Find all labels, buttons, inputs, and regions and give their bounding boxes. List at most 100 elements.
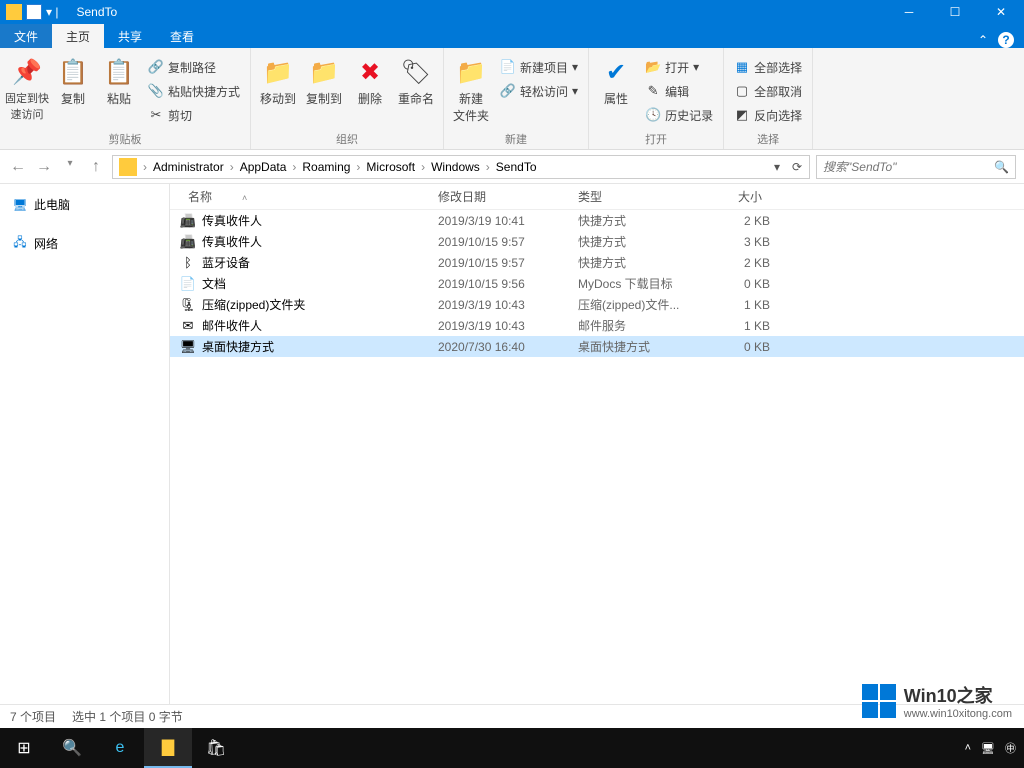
back-button[interactable]: ← [8,158,28,176]
easy-access-button[interactable]: 🔗轻松访问 ▾ [496,80,582,102]
search-box[interactable]: 🔍 [816,155,1016,179]
store-button[interactable]: 🛍 [192,728,240,768]
paste-shortcut-button[interactable]: 📎粘贴快捷方式 [144,80,244,102]
breadcrumb[interactable]: › Administrator› AppData› Roaming› Micro… [112,155,810,179]
file-size: 0 KB [698,340,770,354]
col-date[interactable]: 修改日期 [430,188,570,205]
file-row[interactable]: 🖥桌面快捷方式2020/7/30 16:40桌面快捷方式0 KB [170,336,1024,357]
folder-icon [6,4,22,20]
copy-path-button[interactable]: 🔗复制路径 [144,56,244,78]
file-name: 传真收件人 [202,233,438,250]
tray-network-icon[interactable]: 🖥 [981,742,995,755]
windows-logo-icon [862,684,896,718]
copy-to-button[interactable]: 📁复制到 [303,54,345,109]
file-icon: ᛒ [180,255,196,271]
file-name: 压缩(zipped)文件夹 [202,296,438,313]
sort-asc-icon: ˄ [242,193,247,203]
file-row[interactable]: 📄文档2019/10/15 9:56MyDocs 下载目标0 KB [170,273,1024,294]
file-row[interactable]: ✉邮件收件人2019/3/19 10:43邮件服务1 KB [170,315,1024,336]
file-row[interactable]: ᛒ蓝牙设备2019/10/15 9:57快捷方式2 KB [170,252,1024,273]
tray-chevron-icon[interactable]: ˄ [965,742,971,754]
col-type[interactable]: 类型 [570,188,690,205]
recent-dropdown[interactable]: ▾ [60,158,80,176]
breadcrumb-item[interactable]: SendTo [492,160,541,174]
copy-button[interactable]: 📋复制 [52,54,94,109]
help-icon[interactable]: ? [998,32,1014,48]
file-date: 2019/3/19 10:41 [438,214,578,228]
tab-share[interactable]: 共享 [104,24,156,48]
invert-selection-button[interactable]: ◩反向选择 [730,104,806,126]
file-type: 压缩(zipped)文件... [578,296,698,313]
group-label-clipboard: 剪贴板 [6,129,244,149]
chevron-right-icon[interactable]: › [141,160,149,174]
file-type: 快捷方式 [578,212,698,229]
search-input[interactable] [823,160,994,174]
search-button[interactable]: 🔍 [48,728,96,768]
qat-dropdown-icon[interactable]: ▾ | [46,5,58,19]
pin-button[interactable]: 📌固定到快 速访问 [6,54,48,124]
rename-icon: 🏷 [400,56,432,88]
edit-button[interactable]: ✎编辑 [641,80,717,102]
ribbon-group-open: ✔属性 📂打开 ▾ ✎编辑 🕓历史记录 打开 [589,48,724,149]
up-button[interactable]: ↑ [86,158,106,176]
file-type: 快捷方式 [578,254,698,271]
col-name[interactable]: 名称˄ [170,188,430,205]
paste-button[interactable]: 📋粘贴 [98,54,140,109]
close-button[interactable]: ✕ [978,0,1024,24]
file-row[interactable]: 📠传真收件人2019/3/19 10:41快捷方式2 KB [170,210,1024,231]
history-icon: 🕓 [645,107,661,123]
address-dropdown-icon[interactable]: ▾ [767,160,787,174]
collapse-ribbon-icon[interactable]: ⌃ [978,33,988,47]
new-folder-button[interactable]: 📁新建 文件夹 [450,54,492,126]
group-label-select: 选择 [730,129,806,149]
navigation-pane: 🖥 此电脑 🖧 网络 [0,184,170,744]
breadcrumb-item[interactable]: AppData [236,160,291,174]
nav-network[interactable]: 🖧 网络 [0,231,169,256]
col-size[interactable]: 大小 [690,188,770,205]
file-date: 2019/10/15 9:57 [438,235,578,249]
tab-home[interactable]: 主页 [52,24,104,48]
breadcrumb-item[interactable]: Administrator [149,160,228,174]
forward-button[interactable]: → [34,158,54,176]
delete-button[interactable]: ✖删除 [349,54,391,109]
maximize-button[interactable]: ☐ [932,0,978,24]
file-icon: 📠 [180,234,196,250]
edge-button[interactable]: e [96,728,144,768]
rename-button[interactable]: 🏷重命名 [395,54,437,109]
tab-view[interactable]: 查看 [156,24,208,48]
history-button[interactable]: 🕓历史记录 [641,104,717,126]
open-icon: 📂 [645,59,661,75]
explorer-button[interactable]: ▇ [144,728,192,768]
system-tray[interactable]: ˄ 🖥 ㊥ [965,740,1024,756]
file-type: 邮件服务 [578,317,698,334]
file-row[interactable]: 🗜压缩(zipped)文件夹2019/3/19 10:43压缩(zipped)文… [170,294,1024,315]
file-size: 2 KB [698,214,770,228]
file-icon: ✉ [180,318,196,334]
item-count: 7 个项目 [10,708,56,725]
cut-button[interactable]: ✂剪切 [144,104,244,126]
group-label-new: 新建 [450,129,582,149]
nav-label: 网络 [34,235,58,252]
refresh-icon[interactable]: ⟳ [787,160,807,174]
breadcrumb-item[interactable]: Roaming [298,160,354,174]
minimize-button[interactable]: ─ [886,0,932,24]
newfolder-icon: 📁 [455,56,487,88]
new-item-button[interactable]: 📄新建项目 ▾ [496,56,582,78]
newitem-icon: 📄 [500,59,516,75]
nav-this-pc[interactable]: 🖥 此电脑 [0,192,169,217]
tray-ime-icon[interactable]: ㊥ [1005,740,1016,756]
start-button[interactable]: ⊞ [0,728,48,768]
select-none-button[interactable]: ▢全部取消 [730,80,806,102]
tab-file[interactable]: 文件 [0,24,52,48]
file-row[interactable]: 📠传真收件人2019/10/15 9:57快捷方式3 KB [170,231,1024,252]
file-date: 2019/10/15 9:57 [438,256,578,270]
quick-access-toolbar: ▾ | [0,4,64,20]
breadcrumb-item[interactable]: Windows [427,160,484,174]
open-button[interactable]: 📂打开 ▾ [641,56,717,78]
select-all-button[interactable]: ▦全部选择 [730,56,806,78]
window-controls: ─ ☐ ✕ [886,0,1024,24]
properties-button[interactable]: ✔属性 [595,54,637,109]
breadcrumb-item[interactable]: Microsoft [362,160,419,174]
search-icon[interactable]: 🔍 [994,160,1009,174]
move-to-button[interactable]: 📁移动到 [257,54,299,109]
